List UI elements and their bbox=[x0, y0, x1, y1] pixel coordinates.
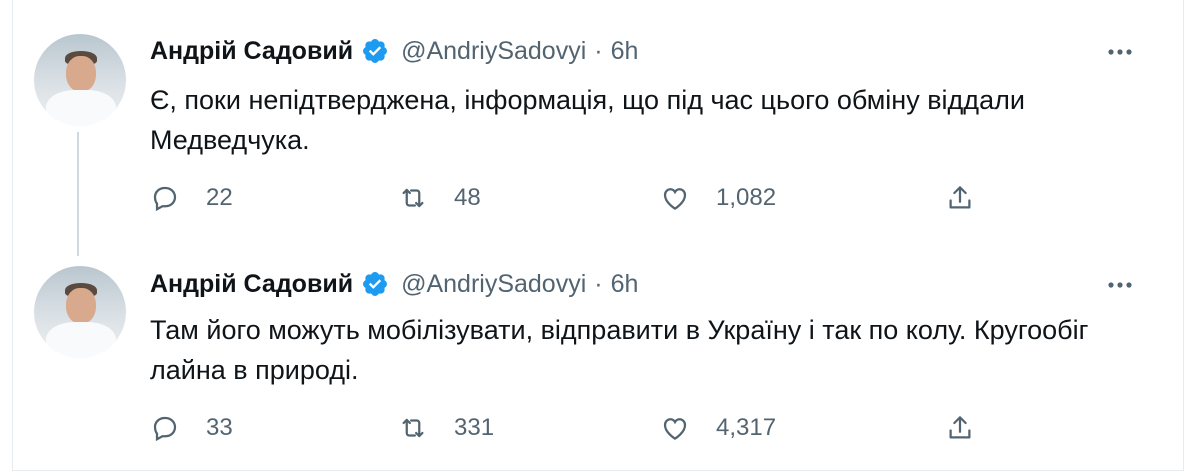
heart-icon bbox=[663, 418, 687, 440]
reply-icon bbox=[153, 186, 177, 212]
separator-dot: · bbox=[594, 36, 603, 65]
separator-dot: · bbox=[594, 269, 603, 298]
more-options-icon[interactable] bbox=[1106, 275, 1134, 295]
avatar-face bbox=[66, 56, 96, 92]
share-icon bbox=[949, 416, 971, 439]
reply-count: 22 bbox=[206, 184, 233, 211]
verified-badge-icon bbox=[363, 272, 388, 296]
retweet-button[interactable]: 48 bbox=[398, 178, 481, 218]
tweet-actions: 33 331 4,317 bbox=[150, 408, 990, 448]
tweet[interactable]: Андрій Садовий @AndriySadovyi · 6h Там й… bbox=[0, 240, 1200, 473]
tweet-header: Андрій Садовий @AndriySadovyi · 6h bbox=[150, 33, 638, 69]
tweet-header: Андрій Садовий @AndriySadovyi · 6h bbox=[150, 266, 638, 302]
tweet-text: Є, поки непідтверджена, інформація, що п… bbox=[150, 85, 1025, 155]
share-button[interactable] bbox=[945, 178, 975, 218]
author-handle[interactable]: @AndriySadovyi bbox=[401, 270, 586, 299]
verified-badge-icon bbox=[363, 39, 388, 63]
reply-count: 33 bbox=[206, 414, 233, 441]
share-button[interactable] bbox=[945, 408, 975, 448]
retweet-icon bbox=[402, 188, 424, 208]
tweet-actions: 22 48 1,082 bbox=[150, 178, 990, 218]
author-handle[interactable]: @AndriySadovyi bbox=[401, 37, 586, 66]
like-count: 4,317 bbox=[716, 414, 777, 441]
avatar-shirt bbox=[46, 90, 116, 126]
author-name[interactable]: Андрій Садовий bbox=[150, 270, 353, 299]
reply-icon bbox=[153, 416, 177, 442]
tweet-text: Там його можуть мобілізувати, відправити… bbox=[150, 315, 1089, 385]
thread-line bbox=[77, 132, 79, 256]
more-options-icon[interactable] bbox=[1106, 42, 1134, 62]
tweet[interactable]: Андрій Садовий @AndriySadovyi · 6h Є, по… bbox=[0, 0, 1200, 256]
tweet-time[interactable]: 6h bbox=[611, 37, 639, 66]
avatar-shirt bbox=[46, 322, 116, 358]
like-button[interactable]: 1,082 bbox=[660, 178, 776, 218]
like-count: 1,082 bbox=[716, 184, 777, 211]
reply-button[interactable]: 33 bbox=[150, 408, 233, 448]
heart-icon bbox=[663, 188, 687, 210]
retweet-button[interactable]: 331 bbox=[398, 408, 494, 448]
retweet-icon bbox=[402, 418, 424, 438]
like-button[interactable]: 4,317 bbox=[660, 408, 776, 448]
retweet-count: 48 bbox=[454, 184, 481, 211]
avatar-face bbox=[66, 288, 96, 324]
reply-button[interactable]: 22 bbox=[150, 178, 233, 218]
author-name[interactable]: Андрій Садовий bbox=[150, 37, 353, 66]
retweet-count: 331 bbox=[454, 414, 495, 441]
tweet-time[interactable]: 6h bbox=[611, 270, 639, 299]
avatar[interactable] bbox=[34, 34, 126, 126]
avatar[interactable] bbox=[34, 266, 126, 358]
share-icon bbox=[949, 186, 971, 209]
